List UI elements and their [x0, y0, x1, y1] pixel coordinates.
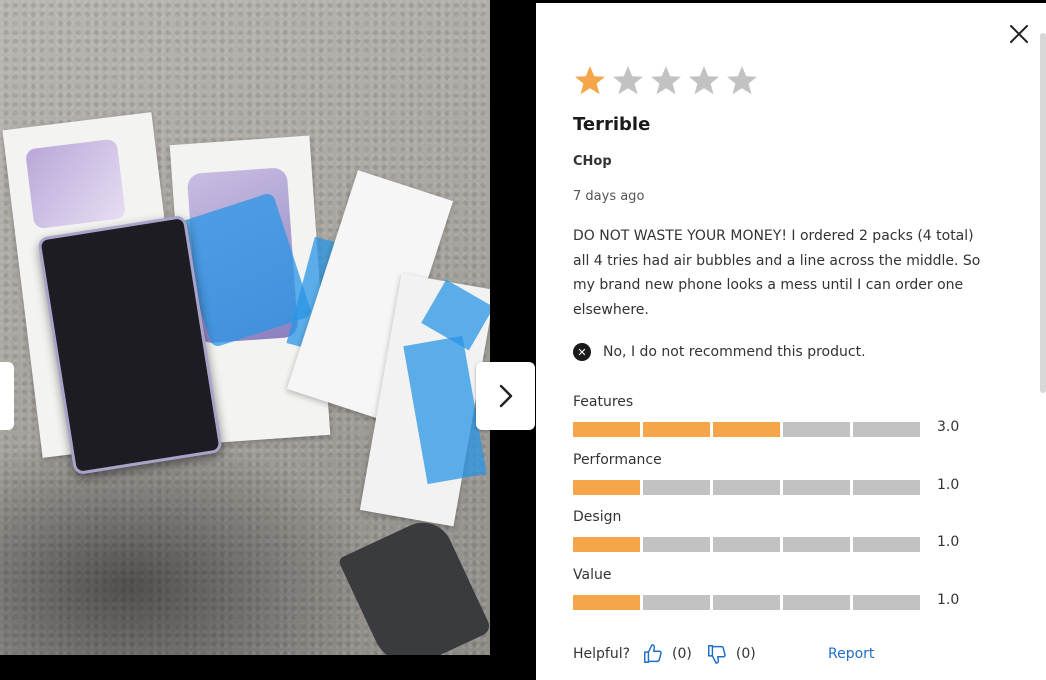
star-icon [651, 66, 681, 95]
metric-bar-segment [643, 537, 710, 552]
metric-bar-segment [853, 480, 920, 495]
metric-value: 1.0 [937, 592, 960, 608]
metric-bar-segment [853, 595, 920, 610]
metric-value: 1.0 [937, 477, 960, 493]
star-icon [575, 66, 605, 95]
review-body: DO NOT WASTE YOUR MONEY! I ordered 2 pac… [573, 228, 981, 318]
metric-label: Performance [573, 452, 662, 468]
x-circle-icon: ✕ [573, 343, 591, 361]
star-rating [572, 63, 760, 99]
review-author: CHop [573, 154, 612, 169]
metric-bar-segment [573, 537, 640, 552]
metric-bar-segment [713, 480, 780, 495]
metric-label: Value [573, 567, 612, 583]
review-photo [0, 0, 490, 655]
metric-bar [573, 595, 920, 610]
review-date: 7 days ago [573, 189, 645, 204]
report-link[interactable]: Report [828, 646, 874, 662]
metric-bar-segment [783, 480, 850, 495]
metric-bar-segment [573, 480, 640, 495]
metric-bar-segment [783, 422, 850, 437]
thumbs-up-icon[interactable] [642, 643, 664, 665]
metric-performance: Performance 1.0 [573, 452, 993, 495]
metric-bar-segment [713, 537, 780, 552]
metric-features: Features 3.0 [573, 394, 993, 437]
metric-bar-segment [853, 422, 920, 437]
close-icon[interactable] [1006, 21, 1032, 47]
metric-bar-segment [783, 537, 850, 552]
helpful-section: Helpful? (0) (0) [573, 643, 756, 665]
metric-bar-segment [853, 537, 920, 552]
previous-photo-button[interactable] [0, 362, 14, 430]
metric-bar-segment [643, 422, 710, 437]
helpful-no-count: (0) [735, 646, 756, 662]
metric-bar-segment [573, 595, 640, 610]
metric-label: Design [573, 509, 622, 525]
metric-bar-segment [643, 480, 710, 495]
metric-value-rating: Value 1.0 [573, 567, 993, 610]
metric-bar [573, 480, 920, 495]
metric-bar-segment [713, 595, 780, 610]
metric-value: 1.0 [937, 534, 960, 550]
scrollbar[interactable] [1040, 33, 1046, 393]
metric-bar-segment [573, 422, 640, 437]
metric-value: 3.0 [937, 419, 960, 435]
review-title: Terrible [573, 114, 651, 135]
thumbs-down-icon[interactable] [706, 643, 728, 665]
helpful-yes-count: (0) [672, 646, 692, 662]
chevron-right-icon [499, 384, 512, 408]
metric-design: Design 1.0 [573, 509, 993, 552]
metric-bar [573, 422, 920, 437]
recommendation: ✕ No, I do not recommend this product. [573, 343, 866, 361]
star-icon [613, 66, 643, 95]
metric-label: Features [573, 394, 634, 410]
metric-bar-segment [783, 595, 850, 610]
metric-bar-segment [713, 422, 780, 437]
star-icon [689, 66, 719, 95]
next-photo-button[interactable] [476, 362, 535, 430]
review-panel: Terrible CHop 7 days ago DO NOT WASTE YO… [536, 3, 1046, 680]
recommendation-text: No, I do not recommend this product. [603, 344, 866, 360]
photo-shadow [0, 430, 380, 655]
helpful-label: Helpful? [573, 646, 631, 662]
metric-bar [573, 537, 920, 552]
star-icon [727, 66, 757, 95]
metric-bar-segment [643, 595, 710, 610]
